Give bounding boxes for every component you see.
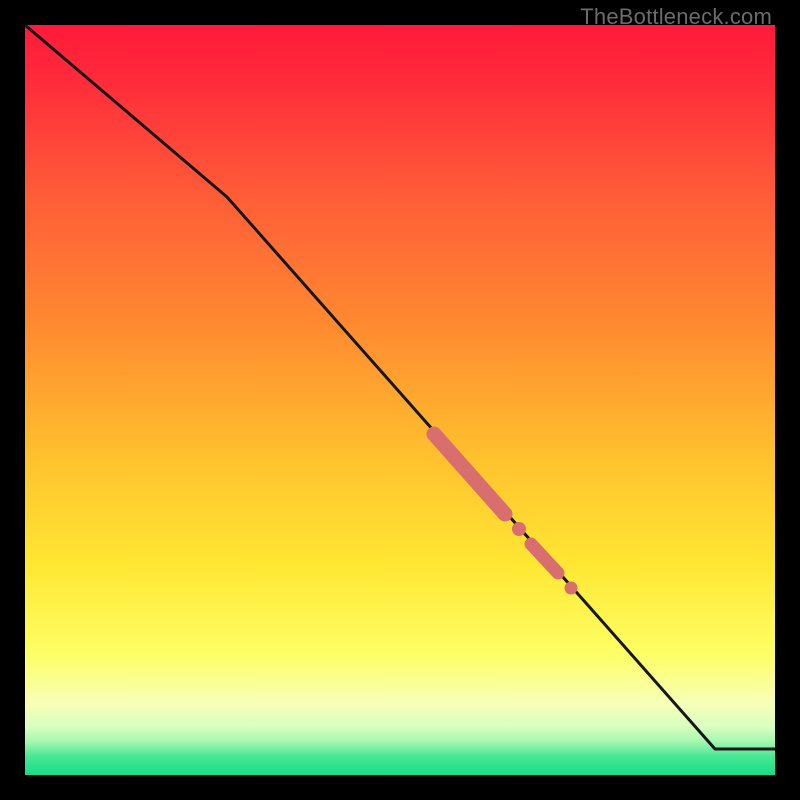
plot-area bbox=[25, 25, 775, 775]
curve-line bbox=[25, 25, 775, 749]
chart-line-layer bbox=[25, 25, 775, 775]
highlight-seg-2 bbox=[531, 544, 558, 573]
chart-stage: TheBottleneck.com bbox=[0, 0, 800, 800]
highlight-seg-1 bbox=[434, 434, 505, 514]
highlight-dot-2 bbox=[565, 582, 578, 595]
watermark-text: TheBottleneck.com bbox=[580, 4, 772, 30]
highlight-dot-1 bbox=[512, 522, 526, 536]
